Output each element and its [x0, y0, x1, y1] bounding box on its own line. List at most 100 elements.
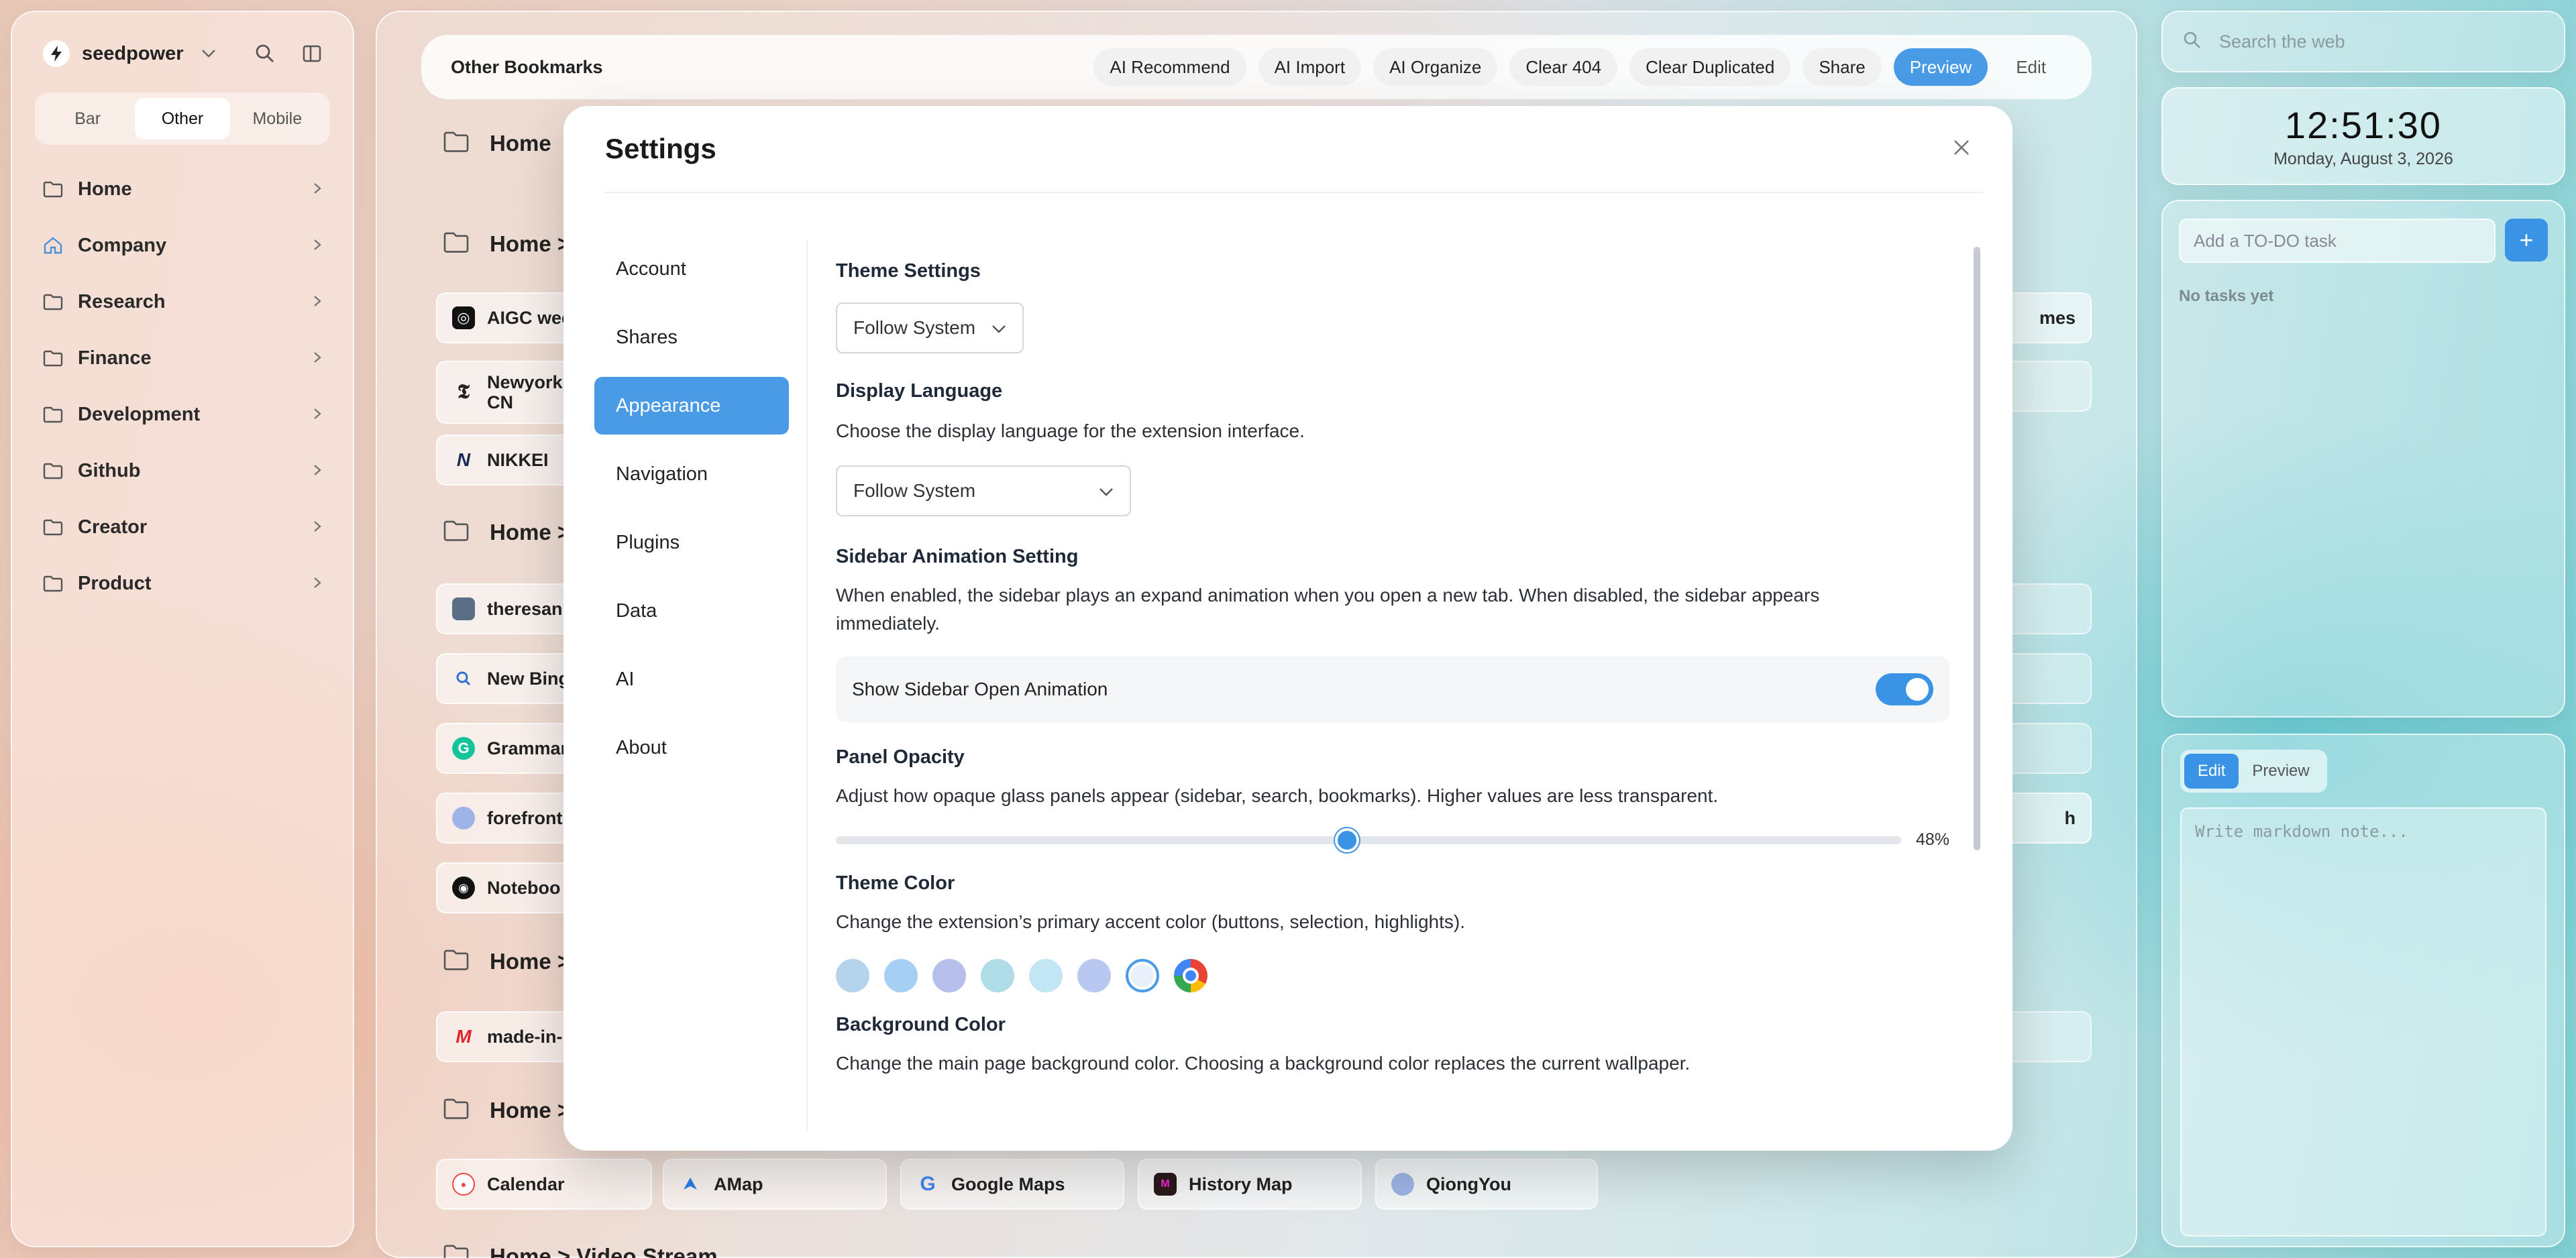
bookmark-item[interactable]: ● Calendar	[436, 1159, 652, 1210]
sidebar-item-github[interactable]: Github	[35, 443, 330, 499]
bookmark-label: h	[2064, 807, 2076, 828]
settings-nav-navigation[interactable]: Navigation	[594, 445, 789, 503]
add-todo-button[interactable]: +	[2505, 219, 2548, 262]
nytimes-icon: 𝕿	[457, 380, 470, 404]
bookmark-label: theresan	[487, 598, 563, 619]
segment-mobile[interactable]: Mobile	[230, 98, 325, 139]
page-title: Other Bookmarks	[451, 56, 603, 77]
ai-import-button[interactable]: AI Import	[1258, 48, 1362, 86]
bookmark-group-header[interactable]: Home >	[443, 948, 570, 974]
clear-404-button[interactable]: Clear 404	[1509, 48, 1618, 86]
group-title: Home >	[490, 948, 571, 974]
folder-icon	[443, 130, 470, 156]
color-swatch[interactable]	[1174, 959, 1208, 992]
bookmark-group-header[interactable]: Home >	[443, 231, 570, 257]
bookmark-group-header[interactable]: Home >	[443, 519, 570, 545]
markdown-note-input[interactable]: Write markdown note...	[2180, 807, 2546, 1237]
color-swatch[interactable]	[836, 959, 869, 992]
settings-nav-account[interactable]: Account	[594, 240, 789, 298]
bookmark-label: Newyork CN	[487, 372, 563, 412]
chevron-right-icon	[313, 235, 322, 256]
search-icon[interactable]	[255, 44, 275, 64]
sidebar-toggle-icon[interactable]	[302, 44, 322, 64]
settings-nav-data[interactable]: Data	[594, 582, 789, 640]
sidebar-item-product[interactable]: Product	[35, 555, 330, 612]
section-description: Adjust how opaque glass panels appear (s…	[836, 785, 1719, 806]
sidebar-animation-setting: Show Sidebar Open Animation	[836, 656, 1949, 722]
theme-color-swatches	[836, 959, 1949, 992]
bookmark-group-header[interactable]: Home	[443, 130, 551, 156]
bookmark-group-header[interactable]: Home > Video Stream	[443, 1243, 718, 1258]
sidebar-item-creator[interactable]: Creator	[35, 499, 330, 555]
sidebar-animation-toggle[interactable]	[1876, 673, 1933, 705]
chevron-down-icon[interactable]	[201, 45, 216, 62]
color-swatch[interactable]	[884, 959, 918, 992]
sidebar-item-company[interactable]: Company	[35, 217, 330, 274]
color-swatch[interactable]	[1077, 959, 1111, 992]
search-input[interactable]: Search the web	[2219, 32, 2345, 52]
web-search-box[interactable]: Search the web	[2161, 11, 2565, 72]
settings-nav-ai[interactable]: AI	[594, 650, 789, 708]
clear-duplicated-button[interactable]: Clear Duplicated	[1629, 48, 1791, 86]
todo-input[interactable]: Add a TO-DO task	[2179, 219, 2496, 263]
grammarly-icon: G	[452, 737, 475, 760]
bookmark-label: NIKKEI	[487, 449, 549, 470]
bookmark-label: Noteboo	[487, 877, 561, 898]
note-mode-tabs: Edit Preview	[2180, 750, 2327, 793]
color-swatch[interactable]	[981, 959, 1014, 992]
section-title: Theme Color	[836, 872, 955, 894]
color-swatch[interactable]	[932, 959, 966, 992]
sidebar-item-finance[interactable]: Finance	[35, 330, 330, 386]
clock-date: Monday, August 3, 2026	[2273, 150, 2453, 168]
chevron-right-icon	[313, 517, 322, 538]
tab-preview[interactable]: Preview	[2239, 754, 2322, 789]
sidebar-item-development[interactable]: Development	[35, 386, 330, 443]
segment-other[interactable]: Other	[135, 98, 230, 139]
settings-nav-about[interactable]: About	[594, 719, 789, 777]
share-button[interactable]: Share	[1803, 48, 1882, 86]
bookmark-item[interactable]: QiongYou	[1375, 1159, 1598, 1210]
bookmark-item[interactable]: M History Map	[1138, 1159, 1362, 1210]
sidebar-item-label: Product	[78, 572, 152, 594]
preview-button[interactable]: Preview	[1893, 48, 1988, 86]
section-description: When enabled, the sidebar plays an expan…	[836, 585, 1820, 634]
sidebar-header: seedpower	[35, 38, 330, 70]
chevron-right-icon	[313, 292, 322, 312]
folder-icon	[443, 1243, 470, 1258]
slider-handle[interactable]	[1335, 827, 1360, 852]
ai-recommend-button[interactable]: AI Recommend	[1093, 48, 1246, 86]
settings-nav-appearance[interactable]: Appearance	[594, 377, 789, 435]
toggle-label: Show Sidebar Open Animation	[852, 679, 1108, 699]
sidebar-item-research[interactable]: Research	[35, 274, 330, 330]
bookmark-label: AMap	[714, 1174, 763, 1194]
tab-edit[interactable]: Edit	[2184, 754, 2239, 789]
clock-widget: 12:51:30 Monday, August 3, 2026	[2161, 87, 2565, 185]
scrollbar[interactable]	[1974, 247, 1980, 850]
bookmark-label: QiongYou	[1426, 1174, 1511, 1194]
color-swatch[interactable]	[1029, 959, 1063, 992]
search-icon	[452, 667, 475, 690]
settings-nav-plugins[interactable]: Plugins	[594, 514, 789, 571]
chevron-right-icon	[313, 404, 322, 425]
bookmark-group-header[interactable]: Home >	[443, 1097, 570, 1123]
edit-button[interactable]: Edit	[2000, 48, 2062, 86]
theme-select[interactable]: Follow System	[836, 302, 1024, 353]
sidebar-item-home[interactable]: Home	[35, 161, 330, 217]
chevron-right-icon	[313, 179, 322, 200]
section-description: Change the extension’s primary accent co…	[836, 911, 1465, 932]
bookmark-item[interactable]: AMap	[663, 1159, 887, 1210]
bookmark-item[interactable]: G Google Maps	[900, 1159, 1124, 1210]
folder-icon	[43, 575, 66, 592]
select-value: Follow System	[853, 480, 976, 501]
segment-bar[interactable]: Bar	[40, 98, 135, 139]
sidebar-item-label: Finance	[78, 347, 152, 369]
ai-organize-button[interactable]: AI Organize	[1373, 48, 1498, 86]
opacity-slider[interactable]	[836, 827, 1901, 852]
user-name[interactable]: seedpower	[82, 43, 184, 65]
google-icon: G	[920, 1173, 936, 1195]
close-icon[interactable]	[1952, 138, 1971, 160]
settings-nav-shares[interactable]: Shares	[594, 308, 789, 366]
language-select[interactable]: Follow System	[836, 465, 1131, 516]
color-swatch[interactable]	[1126, 959, 1159, 992]
folder-icon	[43, 349, 66, 367]
